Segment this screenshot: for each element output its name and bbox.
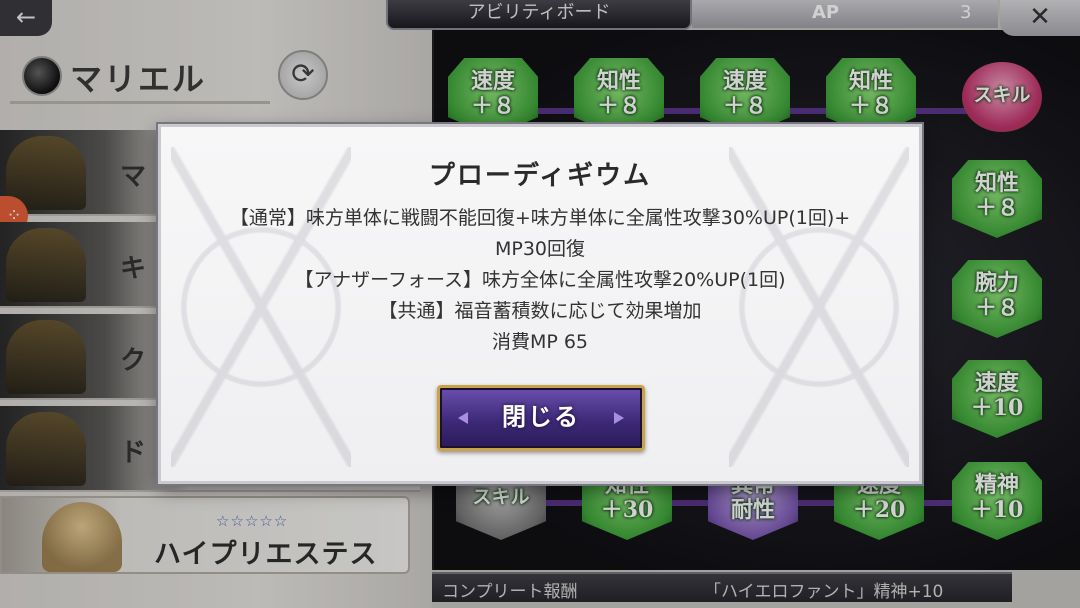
description-line: 【アナザーフォース】味方全体に全属性攻撃20%UP(1回) xyxy=(294,269,786,291)
description-line: 【共通】福音蓄積数に応じて効果増加 xyxy=(378,300,702,322)
skill-mp-cost: 消費MP 65 xyxy=(491,331,589,353)
description-line: 【通常】味方単体に戦闘不能回復+味方単体に全属性攻撃30%UP(1回)+ xyxy=(229,207,851,229)
description-line: MP30回復 xyxy=(494,238,586,260)
skill-detail-dialog: プローディギウム 【通常】味方単体に戦闘不能回復+味方単体に全属性攻撃30%UP… xyxy=(158,124,922,484)
skill-description: 【通常】味方単体に戦闘不能回復+味方単体に全属性攻撃30%UP(1回)+ MP3… xyxy=(161,203,919,358)
skill-name: プローディギウム xyxy=(428,161,652,191)
close-dialog-button[interactable]: 閉じる xyxy=(437,385,645,451)
